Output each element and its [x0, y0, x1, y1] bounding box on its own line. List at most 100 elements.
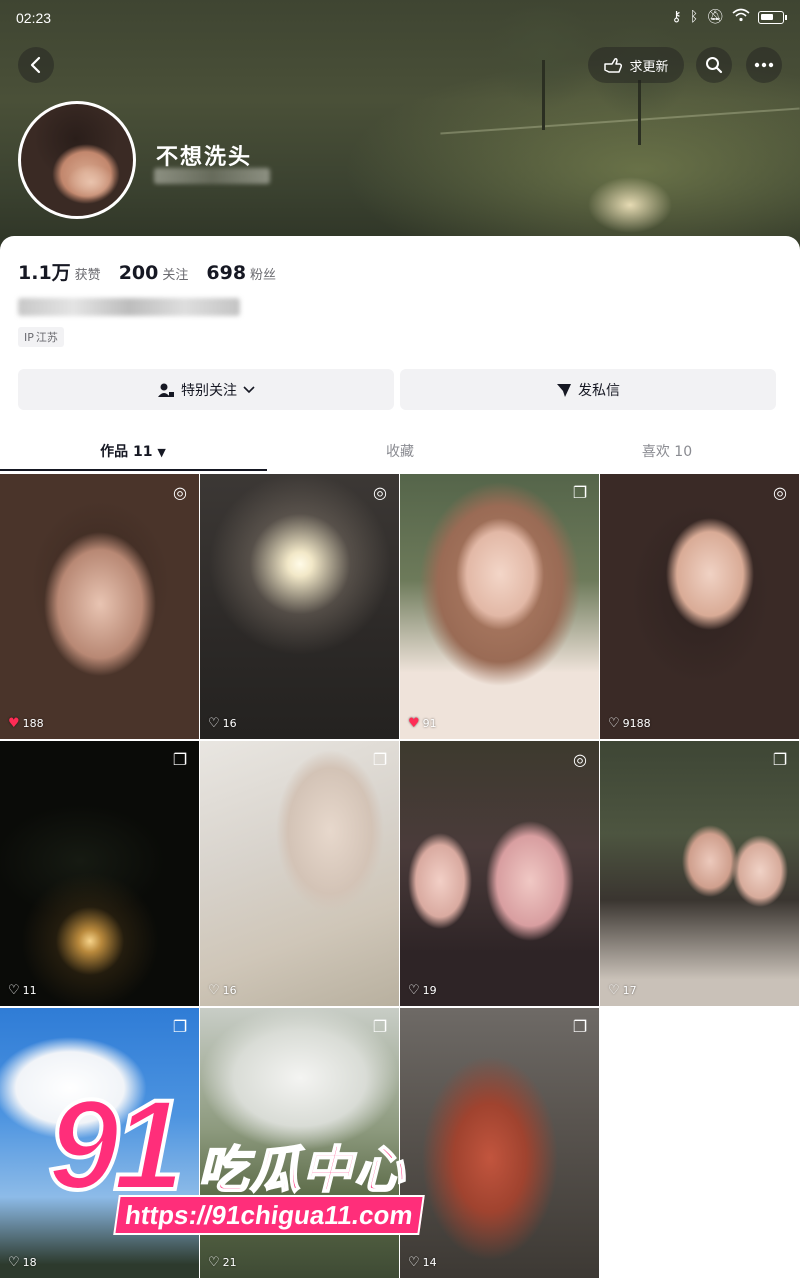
nickname: 不想洗头 — [156, 145, 253, 170]
live-photo-icon: ◎ — [773, 483, 787, 502]
likes-label: 获赞 — [74, 268, 101, 283]
post-thumbnail[interactable]: ❐ ♡ 16 — [200, 741, 399, 1006]
send-message-button[interactable]: 发私信 — [400, 369, 776, 410]
post-thumbnail[interactable]: ◎ ♡ 16 — [200, 474, 399, 739]
tab-favorites[interactable]: 收藏 — [267, 432, 533, 472]
bluetooth-icon: ᛒ — [689, 9, 699, 25]
post-likes: ♡ 17 — [608, 983, 637, 998]
heart-outline-icon: ♡ — [608, 983, 620, 998]
post-likes-count: 188 — [22, 717, 44, 730]
watermark-text: 吃瓜中心 — [197, 1140, 406, 1200]
heart-outline-icon: ♡ — [208, 983, 220, 998]
post-likes-count: 21 — [222, 1256, 237, 1269]
tab-works[interactable]: 作品 11 ▼ — [0, 432, 266, 472]
heart-outline-icon: ♡ — [208, 716, 220, 731]
profile-stats: 1.1万 获赞 200 关注 698 粉丝 — [18, 258, 276, 285]
post-likes-count: 11 — [22, 984, 37, 997]
request-update-button[interactable]: 求更新 — [588, 47, 684, 83]
multi-image-icon: ❐ — [772, 750, 788, 769]
followers-label: 粉丝 — [250, 268, 277, 283]
watermark-url: https://91chigua11.com — [113, 1195, 425, 1235]
post-likes-count: 16 — [222, 717, 237, 730]
post-thumbnail[interactable]: ❐ ♥ 91 — [400, 474, 599, 739]
following-count: 200 — [118, 262, 159, 284]
account-id-redacted — [154, 168, 270, 184]
post-likes-count: 91 — [422, 717, 437, 730]
post-likes-count: 16 — [222, 984, 237, 997]
request-update-label: 求更新 — [629, 59, 669, 75]
heart-outline-icon: ♡ — [8, 1255, 20, 1270]
post-thumbnail[interactable]: ◎ ♡ 19 — [400, 741, 599, 1006]
chevron-left-icon — [30, 56, 41, 74]
status-bar: 02:23 ⚷ ᛒ 🔕︎ — [0, 0, 800, 36]
likes-stat[interactable]: 1.1万 获赞 — [18, 258, 101, 285]
wifi-icon — [732, 8, 750, 26]
post-likes: ♡ 18 — [8, 1255, 37, 1270]
following-label: 关注 — [162, 268, 189, 283]
post-thumbnail[interactable]: ❐ ♡ 17 — [600, 741, 799, 1006]
multi-image-icon: ❐ — [572, 483, 588, 502]
post-likes-count: 18 — [22, 1256, 37, 1269]
post-thumbnail[interactable]: ❐ ♡ 14 — [400, 1008, 599, 1278]
ip-prefix: IP — [24, 330, 34, 344]
tab-works-label: 作品 11 — [100, 444, 153, 460]
post-likes-count: 9188 — [622, 717, 651, 730]
live-photo-icon: ◎ — [173, 483, 187, 502]
paper-plane-icon — [557, 383, 571, 397]
more-button[interactable] — [746, 47, 782, 83]
location-label: 江苏 — [35, 331, 58, 344]
tab-liked[interactable]: 喜欢 10 — [534, 432, 800, 472]
pointing-hand-icon — [604, 58, 623, 73]
avatar[interactable] — [18, 101, 136, 219]
heart-outline-icon: ♡ — [608, 716, 620, 731]
heart-outline-icon: ♡ — [8, 983, 20, 998]
post-likes-count: 14 — [422, 1256, 437, 1269]
post-likes-count: 19 — [422, 984, 437, 997]
special-follow-button[interactable]: 特别关注 — [18, 369, 394, 410]
post-thumbnail[interactable]: ◎ ♡ 9188 — [600, 474, 799, 739]
status-icons: ⚷ ᛒ 🔕︎ — [671, 8, 787, 26]
post-likes: ♡ 21 — [208, 1255, 237, 1270]
post-thumbnail[interactable]: ❐ ♡ 11 — [0, 741, 199, 1006]
back-button[interactable] — [18, 47, 54, 83]
post-likes: ♡ 16 — [208, 983, 237, 998]
watermark-number: 91 — [46, 1074, 186, 1217]
following-stat[interactable]: 200 关注 — [119, 262, 189, 284]
caret-down-icon: ▼ — [157, 446, 166, 459]
live-photo-icon: ◎ — [373, 483, 387, 502]
multi-image-icon: ❐ — [372, 750, 388, 769]
multi-image-icon: ❐ — [572, 1017, 588, 1036]
live-photo-icon: ◎ — [573, 750, 587, 769]
chevron-down-icon — [243, 385, 255, 393]
heart-outline-icon: ♡ — [408, 983, 420, 998]
cover-tree-trunk — [638, 80, 641, 145]
multi-image-icon: ❐ — [372, 1017, 388, 1036]
search-button[interactable] — [696, 47, 732, 83]
post-likes: ♡ 14 — [408, 1255, 437, 1270]
bio-redacted — [18, 298, 240, 316]
send-message-label: 发私信 — [578, 382, 620, 399]
status-time: 02:23 — [16, 10, 52, 26]
multi-image-icon: ❐ — [172, 750, 188, 769]
post-likes: ♥ 91 — [408, 716, 437, 731]
heart-outline-icon: ♡ — [408, 1255, 420, 1270]
post-likes: ♡ 19 — [408, 983, 437, 998]
tab-liked-label: 喜欢 10 — [641, 444, 693, 460]
key-icon: ⚷ — [671, 9, 682, 25]
post-thumbnail[interactable]: ◎ ♥ 188 — [0, 474, 199, 739]
tab-favorites-label: 收藏 — [386, 444, 414, 460]
post-likes: ♡ 11 — [8, 983, 37, 998]
post-likes: ♡ 16 — [208, 716, 237, 731]
heart-icon: ♥ — [8, 716, 20, 731]
likes-count: 1.1万 — [18, 262, 71, 284]
heart-icon: ♥ — [408, 716, 420, 731]
cover-tree-trunk — [542, 60, 545, 130]
special-follow-label: 特别关注 — [181, 382, 237, 399]
post-likes-count: 17 — [622, 984, 637, 997]
location-tag: IP 江苏 — [18, 327, 64, 347]
tab-active-indicator — [0, 469, 267, 471]
followers-stat[interactable]: 698 粉丝 — [206, 262, 276, 284]
profile-tabs: 作品 11 ▼ 收藏 喜欢 10 — [0, 432, 800, 472]
followers-count: 698 — [206, 262, 247, 284]
user-bell-icon — [158, 383, 174, 397]
